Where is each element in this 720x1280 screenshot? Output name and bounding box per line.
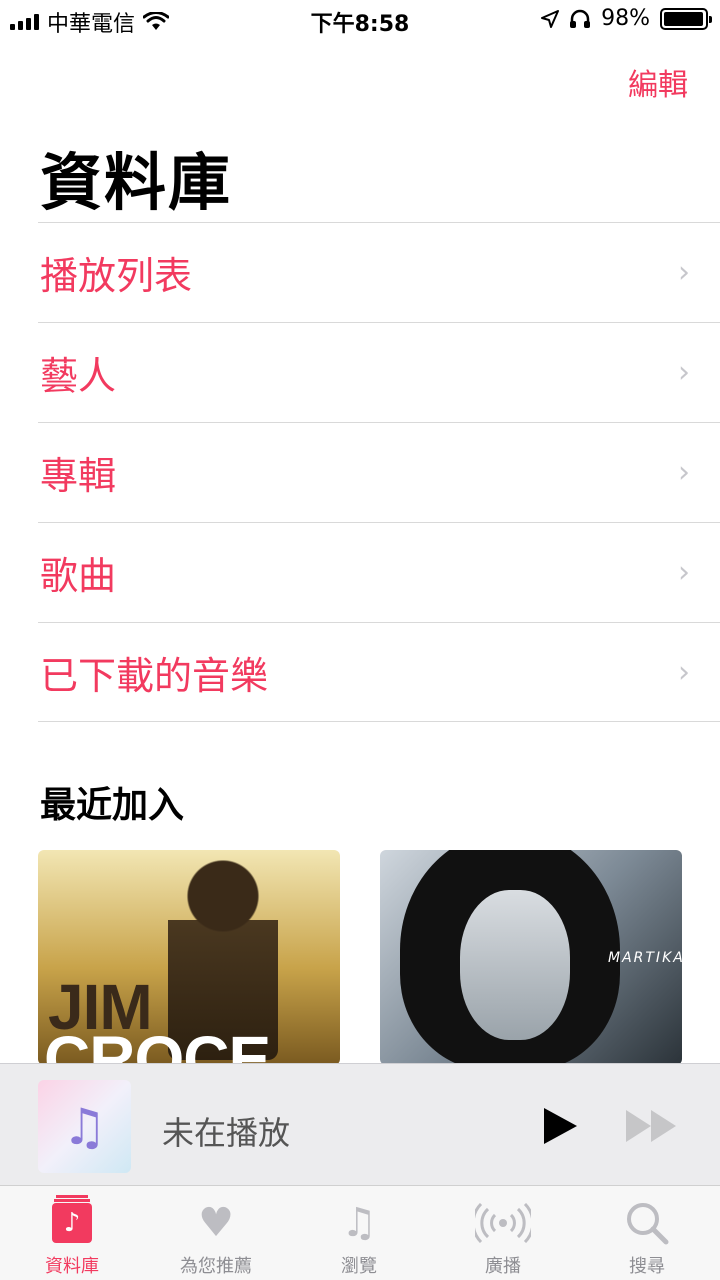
- page-title: 資料庫: [40, 146, 233, 219]
- library-item-downloaded-music[interactable]: 已下載的音樂 ›: [38, 622, 720, 722]
- library-item-artists[interactable]: 藝人 ›: [38, 322, 720, 422]
- status-bar: 中華電信 下午8:58 98%: [0, 0, 720, 40]
- chevron-right-icon: ›: [678, 255, 690, 290]
- library-list: 播放列表 › 藝人 › 專輯 › 歌曲 › 已下載的音樂 ›: [38, 222, 720, 722]
- mini-player[interactable]: ♫ 未在播放: [0, 1063, 720, 1185]
- tab-for-you[interactable]: ♥ 為您推薦: [156, 1198, 276, 1278]
- music-note-icon: ♫: [341, 1200, 377, 1246]
- music-note-icon: ♫: [38, 1080, 131, 1173]
- play-button[interactable]: [544, 1108, 577, 1144]
- library-item-label: 已下載的音樂: [40, 653, 269, 698]
- battery-icon: [660, 7, 712, 30]
- library-item-albums[interactable]: 專輯 ›: [38, 422, 720, 522]
- album-cover-face: [460, 890, 570, 1040]
- tab-search[interactable]: 搜尋: [587, 1198, 707, 1278]
- chevron-right-icon: ›: [678, 455, 690, 490]
- tab-label: 搜尋: [629, 1256, 665, 1277]
- tab-bar: ♪ 資料庫 ♥ 為您推薦 ♫ 瀏覽 廣播 搜尋: [0, 1185, 720, 1280]
- fast-forward-button[interactable]: [626, 1110, 676, 1142]
- battery-percent: 98%: [601, 6, 650, 31]
- location-icon: [541, 9, 560, 28]
- search-icon: [587, 1198, 707, 1248]
- status-right: 98%: [541, 6, 712, 31]
- tab-browse[interactable]: ♫ 瀏覽: [299, 1198, 419, 1278]
- edit-button[interactable]: 編輯: [628, 60, 688, 104]
- now-playing-label: 未在播放: [162, 1114, 291, 1152]
- chevron-right-icon: ›: [678, 555, 690, 590]
- library-item-label: 歌曲: [40, 554, 117, 598]
- library-item-playlists[interactable]: 播放列表 ›: [38, 222, 720, 322]
- recently-added-heading: 最近加入: [40, 785, 185, 826]
- tab-label: 為您推薦: [180, 1256, 252, 1277]
- headphones-icon: [570, 9, 591, 28]
- heart-icon: ♥: [198, 1200, 234, 1246]
- album-cover-text: CROCE: [44, 1023, 271, 1065]
- tab-library[interactable]: ♪ 資料庫: [12, 1195, 132, 1278]
- album-cover-jim-croce[interactable]: JIM CROCE: [38, 850, 340, 1065]
- tab-radio[interactable]: 廣播: [443, 1198, 563, 1278]
- album-cover-martika[interactable]: MARTIKA: [380, 850, 682, 1065]
- library-item-label: 專輯: [40, 454, 117, 498]
- chevron-right-icon: ›: [678, 355, 690, 390]
- radio-icon: [443, 1198, 563, 1248]
- library-item-label: 播放列表: [40, 254, 193, 298]
- album-cover-text: MARTIKA: [608, 950, 682, 966]
- tab-label: 瀏覽: [341, 1256, 377, 1277]
- tab-label: 資料庫: [45, 1256, 99, 1277]
- library-item-label: 藝人: [40, 354, 117, 398]
- library-item-songs[interactable]: 歌曲 ›: [38, 522, 720, 622]
- library-icon: ♪: [52, 1195, 92, 1243]
- chevron-right-icon: ›: [678, 654, 690, 690]
- tab-label: 廣播: [485, 1256, 521, 1277]
